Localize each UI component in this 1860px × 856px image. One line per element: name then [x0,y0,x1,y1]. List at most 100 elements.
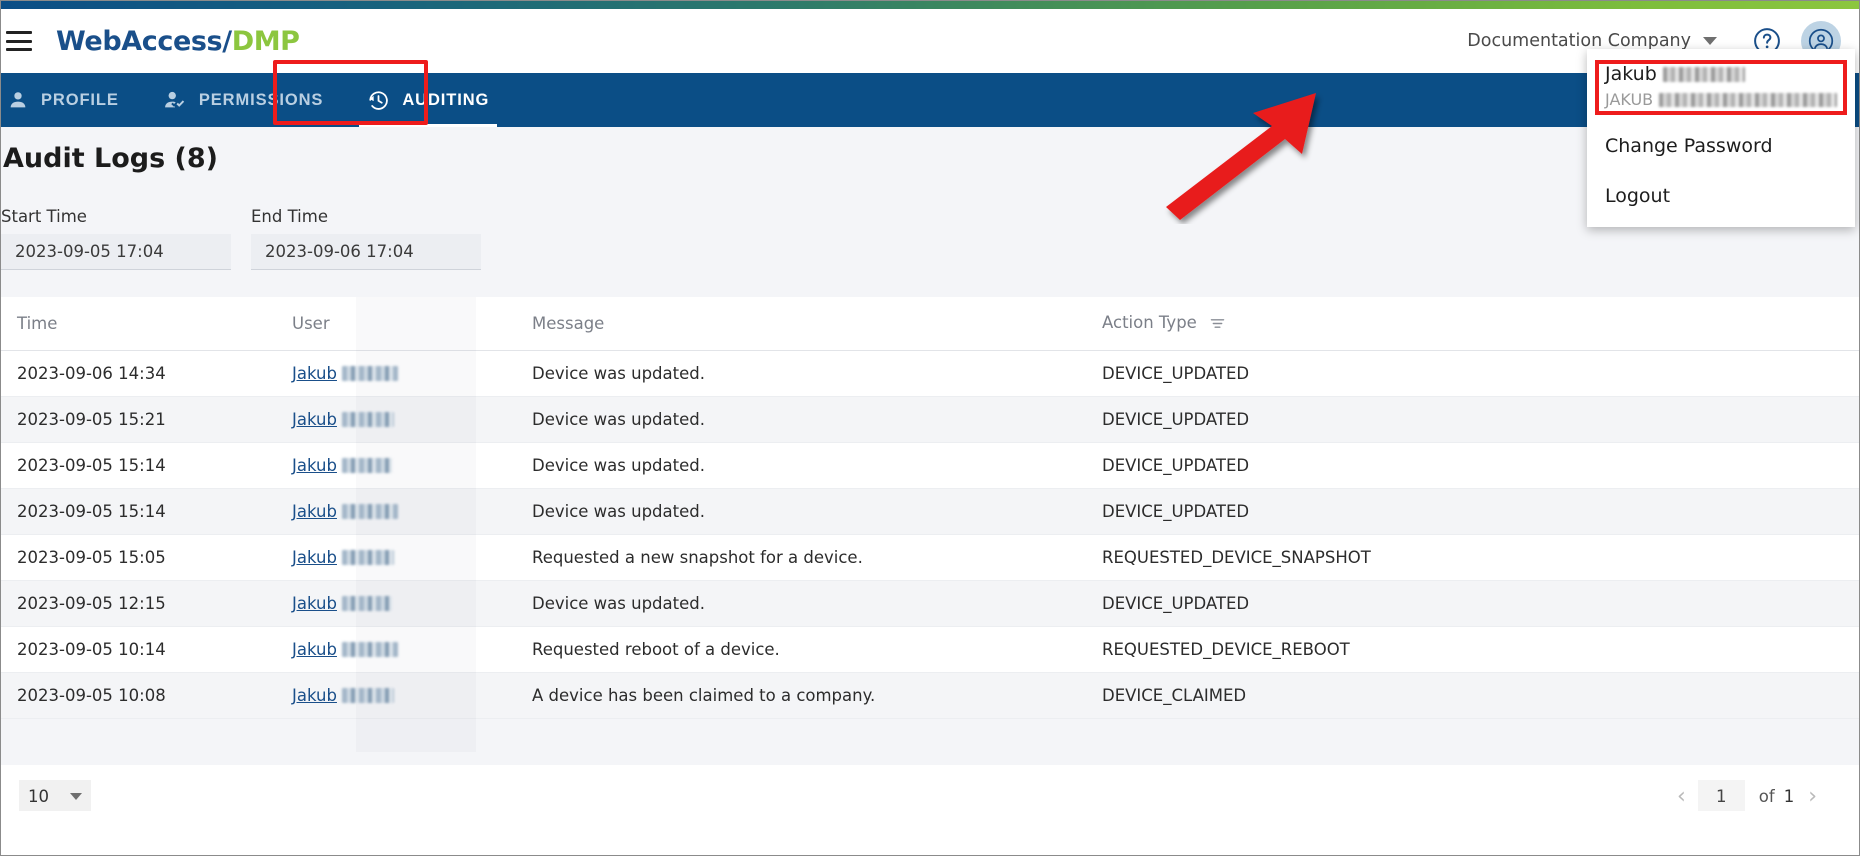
column-header-user[interactable]: User [276,297,516,351]
chevron-down-icon [70,792,82,800]
redacted-user-lastname [341,550,394,565]
user-display-name: Jakub [1605,63,1837,85]
cell-action-type: DEVICE_UPDATED [1086,580,1859,627]
table-row: 2023-09-06 14:34 Jakub Device was updated.… [1,350,1859,397]
user-account-menu: Jakub JAKUB Change Password Logout [1587,49,1855,227]
redacted-user-lastname [341,458,392,473]
user-link[interactable]: Jakub [292,640,337,659]
cell-user: Jakub [276,488,516,535]
cell-time: 2023-09-05 15:05 [1,534,276,581]
column-header-message[interactable]: Message [516,297,1086,351]
company-selector-label[interactable]: Documentation Company [1467,31,1691,51]
redacted-user-lastname [341,642,398,657]
of-label: of [1758,787,1775,806]
table-row: 2023-09-05 15:21 Jakub Device was updated.… [1,396,1859,443]
redacted-user-lastname [341,504,398,519]
redacted-user-lastname [341,688,394,703]
redacted-email [1659,92,1837,107]
cell-action-type: DEVICE_UPDATED [1086,396,1859,443]
chevron-right-icon[interactable]: › [1796,784,1829,809]
audit-logs-table-container: Time User Message Action Type 2023-09-06… [1,297,1859,752]
user-link[interactable]: Jakub [292,456,337,475]
table-row: 2023-09-05 12:15 Jakub Device was updated.… [1,580,1859,627]
cell-action-type: REQUESTED_DEVICE_SNAPSHOT [1086,534,1859,581]
tab-auditing[interactable]: AUDITING [345,73,511,127]
user-link[interactable]: Jakub [292,548,337,567]
cell-user: Jakub [276,534,516,581]
current-page-value: 1 [1716,786,1727,806]
cell-message: Device was updated. [516,350,1086,397]
user-link[interactable]: Jakub [292,364,337,383]
cell-action-type: REQUESTED_DEVICE_REBOOT [1086,626,1859,673]
tab-profile[interactable]: PROFILE [1,73,141,127]
filter-icon[interactable] [1210,315,1225,334]
start-time-field-group: Start Time [1,207,231,270]
audit-logs-table: Time User Message Action Type 2023-09-06… [1,297,1859,719]
start-time-input[interactable] [1,234,231,270]
page-navigation: ‹ 1 of 1 › [1665,779,1859,814]
menu-item-change-password[interactable]: Change Password [1587,121,1855,171]
cell-message: Device was updated. [516,580,1086,627]
menu-item-logout[interactable]: Logout [1587,171,1855,221]
start-time-label: Start Time [1,207,87,226]
page-size-select[interactable]: 10 [19,779,91,814]
filter-bar: Start Time End Time [1,207,501,270]
cell-time: 2023-09-05 15:14 [1,488,276,535]
page-content: Audit Logs (8) Start Time End Time Time [1,127,1859,855]
column-header-action-type-label: Action Type [1102,313,1197,332]
cell-time: 2023-09-05 10:08 [1,672,276,719]
cell-message: Device was updated. [516,442,1086,489]
chevron-left-icon[interactable]: ‹ [1665,784,1698,809]
cell-time: 2023-09-05 15:21 [1,396,276,443]
person-icon [7,89,29,111]
app-header: WebAccess/DMP Documentation Company [1,9,1859,73]
cell-user: Jakub [276,672,516,719]
cell-user: Jakub [276,350,516,397]
cell-action-type: DEVICE_UPDATED [1086,350,1859,397]
user-login-name: JAKUB [1605,90,1837,109]
redacted-lastname [1662,66,1745,82]
cell-time: 2023-09-06 14:34 [1,350,276,397]
cell-action-type: DEVICE_UPDATED [1086,442,1859,489]
tab-permissions[interactable]: PERMISSIONS [141,73,346,127]
user-display-name-text: Jakub [1605,63,1657,85]
tab-auditing-label: AUDITING [402,90,490,109]
cell-user: Jakub [276,626,516,673]
hamburger-menu-icon[interactable] [6,31,32,51]
cell-message: Device was updated. [516,396,1086,443]
redacted-user-lastname [341,412,394,427]
table-row: 2023-09-05 15:14 Jakub Device was updated.… [1,442,1859,489]
user-link[interactable]: Jakub [292,410,337,429]
primary-navigation-tabs: PROFILE PERMISSIONS AUDITING [1,73,1859,127]
logo-text-secondary: DMP [231,25,300,57]
cell-message: Device was updated. [516,488,1086,535]
cell-action-type: DEVICE_CLAIMED [1086,672,1859,719]
application-window: WebAccess/DMP Documentation Company PROF… [0,0,1860,856]
table-row: 2023-09-05 10:14 Jakub Requested reboot of… [1,626,1859,673]
brand-gradient-strip [1,1,1859,9]
user-link[interactable]: Jakub [292,594,337,613]
table-row: 2023-09-05 15:14 Jakub Device was updated.… [1,488,1859,535]
current-page-input[interactable]: 1 [1697,779,1745,814]
end-time-input[interactable] [251,234,481,270]
cell-user: Jakub [276,396,516,443]
table-row: 2023-09-05 10:08 Jakub A device has been c… [1,672,1859,719]
user-link[interactable]: Jakub [292,502,337,521]
user-link[interactable]: Jakub [292,686,337,705]
table-header-row: Time User Message Action Type [1,297,1859,351]
cell-time: 2023-09-05 15:14 [1,442,276,489]
app-logo: WebAccess/DMP [56,26,300,57]
tab-permissions-label: PERMISSIONS [198,90,324,109]
column-header-action-type[interactable]: Action Type [1086,297,1859,351]
table-body: 2023-09-06 14:34 Jakub Device was updated.… [1,350,1859,719]
cell-user: Jakub [276,580,516,627]
window-bottom-frame [1,811,1859,855]
user-identity-block[interactable]: Jakub JAKUB [1587,49,1855,121]
tab-profile-label: PROFILE [41,90,119,109]
cell-time: 2023-09-05 10:14 [1,626,276,673]
end-time-label: End Time [251,207,328,226]
logo-text-primary: WebAccess/ [56,25,232,57]
chevron-down-icon[interactable] [1703,37,1717,45]
cell-user: Jakub [276,442,516,489]
column-header-time[interactable]: Time [1,297,276,351]
